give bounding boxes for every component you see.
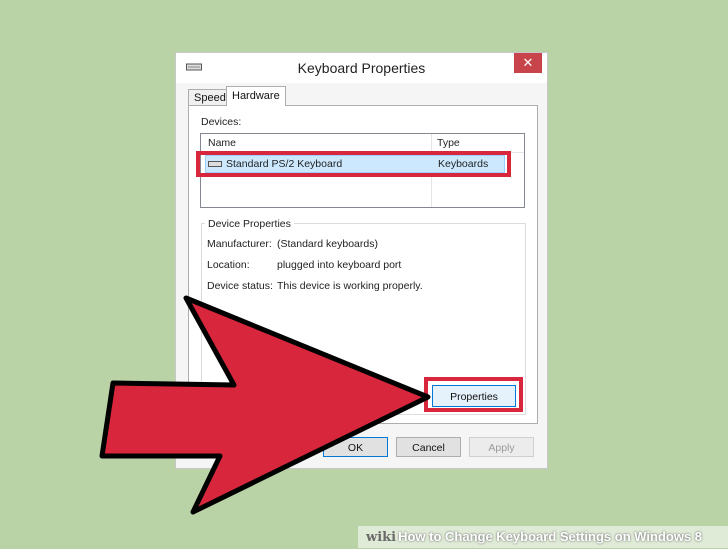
article-title: How to Change Keyboard Settings on Windo…: [398, 529, 703, 544]
pointer-arrow: [99, 295, 431, 515]
wiki-logo-text: wiki: [366, 530, 397, 545]
wikihow-banner: wiki How to Change Keyboard Settings on W…: [358, 526, 728, 548]
pointer-arrow-shape: [99, 295, 431, 515]
tab-hardware[interactable]: Hardware: [226, 86, 286, 106]
